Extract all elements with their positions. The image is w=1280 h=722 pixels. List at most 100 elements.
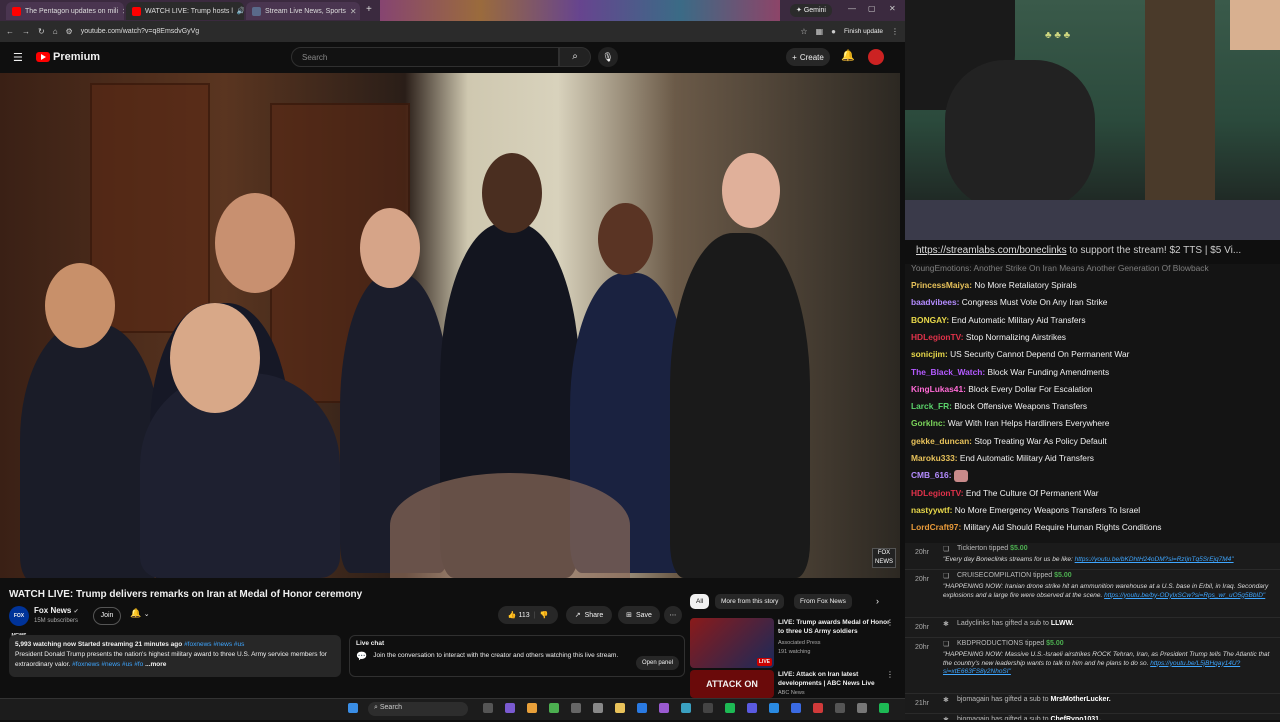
app-icon[interactable]: [593, 703, 603, 713]
audio-icon[interactable]: 🔊: [237, 7, 244, 15]
join-button[interactable]: Join: [93, 607, 121, 625]
chat-username[interactable]: Maroku333:: [911, 453, 958, 463]
video-thumbnail[interactable]: ATTACK ON: [690, 670, 774, 698]
more-options-icon[interactable]: ⋮: [886, 670, 894, 679]
dislike-icon[interactable]: 👎: [539, 611, 548, 619]
chat-username[interactable]: The_Black_Watch:: [911, 367, 985, 377]
windows-start-icon[interactable]: [348, 703, 358, 713]
app-icon[interactable]: [681, 703, 691, 713]
app-icon[interactable]: [769, 703, 779, 713]
save-button[interactable]: ⊞ Save: [618, 606, 660, 624]
chat-username[interactable]: LordCraft97:: [911, 522, 961, 532]
chat-username[interactable]: CMB_616:: [911, 471, 952, 481]
extensions-icon[interactable]: ▦: [816, 27, 824, 36]
app-icon[interactable]: [747, 703, 757, 713]
microphone-icon[interactable]: 🎙: [598, 47, 618, 67]
hashtags[interactable]: #foxnews #news #us: [184, 641, 244, 648]
rec-channel[interactable]: Associated Press: [778, 640, 821, 646]
channel-avatar[interactable]: FOX NEWS: [9, 606, 29, 639]
browser-tab-active[interactable]: WATCH LIVE: Trump hosts l 🔊 ✕: [126, 2, 244, 20]
create-button[interactable]: + Create: [786, 48, 830, 66]
more-link[interactable]: ...more: [145, 661, 166, 668]
browser-tab[interactable]: The Pentagon updates on mili ✕: [6, 2, 124, 20]
app-icon[interactable]: [505, 703, 515, 713]
new-tab-icon[interactable]: +: [366, 4, 372, 15]
finish-update-button[interactable]: Finish update: [844, 28, 883, 35]
chat-username[interactable]: GorkInc:: [911, 418, 945, 428]
gemini-button[interactable]: ✦ Gemini: [790, 4, 832, 17]
chrome-icon[interactable]: [527, 703, 537, 713]
notifications-bell-icon[interactable]: 🔔: [841, 49, 855, 62]
app-icon[interactable]: [791, 703, 801, 713]
app-icon[interactable]: [703, 703, 713, 713]
rec-channel[interactable]: ABC News: [778, 690, 805, 696]
chat-username[interactable]: KingLukas41:: [911, 384, 966, 394]
back-icon[interactable]: ←: [6, 27, 14, 36]
site-info-icon[interactable]: ⚙: [66, 27, 73, 36]
forward-icon[interactable]: →: [22, 27, 30, 36]
bookmark-star-icon[interactable]: ☆: [800, 27, 807, 36]
youtube-logo[interactable]: Premium: [36, 51, 100, 63]
tip-link[interactable]: https://youtu.be/bKDhtH24oDM?si=RzIjnTq5…: [1075, 556, 1234, 563]
close-tab-icon[interactable]: ✕: [350, 7, 357, 16]
spotify-icon[interactable]: [725, 703, 735, 713]
search-icon[interactable]: ⌕: [559, 47, 591, 67]
app-icon[interactable]: [813, 703, 823, 713]
like-button[interactable]: 👍 113: [508, 611, 530, 619]
app-icon[interactable]: [835, 703, 845, 713]
tip-user[interactable]: CRUISECOMPILATION: [957, 572, 1031, 579]
hashtags[interactable]: #foxnews #news #us #fo: [72, 661, 143, 668]
subscription-bell-icon[interactable]: 🔔 ⌄: [130, 608, 150, 619]
chat-username[interactable]: HDLegionTV:: [911, 488, 964, 498]
app-icon[interactable]: [659, 703, 669, 713]
share-button[interactable]: ↗ Share: [566, 606, 612, 624]
user-avatar[interactable]: [868, 49, 884, 65]
tip-user[interactable]: KBDPRODUCTIONS: [957, 640, 1023, 647]
close-window-icon[interactable]: ✕: [889, 4, 896, 13]
video-thumbnail[interactable]: LIVE: [690, 618, 774, 668]
tip-user[interactable]: bjomagain: [957, 716, 989, 720]
channel-name[interactable]: Fox News ✔: [34, 606, 79, 615]
open-panel-button[interactable]: Open panel: [636, 656, 680, 670]
rec-title[interactable]: LIVE: Attack on Iran latest developments…: [778, 670, 890, 688]
chip-from-fox-news[interactable]: From Fox News: [794, 594, 852, 609]
app-icon[interactable]: [879, 703, 889, 713]
recommended-video[interactable]: LIVE LIVE: Trump awards Medal of Honor t…: [690, 618, 900, 670]
chat-username[interactable]: HDLegionTV:: [911, 332, 964, 342]
tip-user[interactable]: bjomagain: [957, 696, 989, 703]
more-actions-icon[interactable]: ⋯: [664, 606, 682, 624]
profile-icon[interactable]: ●: [831, 27, 836, 36]
app-icon[interactable]: [549, 703, 559, 713]
close-tab-icon[interactable]: ✕: [122, 7, 124, 16]
task-view-icon[interactable]: [483, 703, 493, 713]
taskbar-search[interactable]: ⌕ Search: [368, 702, 468, 716]
tip-user[interactable]: Ladyclinks: [957, 620, 990, 627]
description-box[interactable]: 5,993 watching now Started streaming 21 …: [9, 635, 341, 677]
home-icon[interactable]: ⌂: [53, 27, 58, 36]
maximize-icon[interactable]: ▢: [868, 4, 876, 13]
minimize-icon[interactable]: —: [848, 4, 856, 13]
chat-username[interactable]: baadvibees:: [911, 297, 959, 307]
reload-icon[interactable]: ↻: [38, 27, 45, 36]
chat-username[interactable]: nastyywtf:: [911, 505, 952, 515]
browser-tab[interactable]: Stream Live News, Sports ✕: [246, 2, 360, 20]
chat-username[interactable]: PrincessMaiya:: [911, 280, 972, 290]
tip-link[interactable]: https://youtu.be/by-ODyIxSCw?si=Rps_wr_u…: [1104, 592, 1265, 599]
app-icon[interactable]: [857, 703, 867, 713]
search-input[interactable]: Search: [291, 47, 559, 67]
hamburger-menu-icon[interactable]: ☰: [13, 51, 23, 64]
file-explorer-icon[interactable]: [615, 703, 625, 713]
video-player[interactable]: FOX NEWS: [0, 73, 900, 578]
chip-all[interactable]: All: [690, 594, 710, 609]
streamlabs-link[interactable]: https://streamlabs.com/boneclinks: [916, 245, 1067, 256]
app-icon[interactable]: [571, 703, 581, 713]
chat-username[interactable]: BONGAY:: [911, 315, 949, 325]
rec-title[interactable]: LIVE: Trump awards Medal of Honor to thr…: [778, 618, 890, 636]
app-icon[interactable]: [637, 703, 647, 713]
menu-dots-icon[interactable]: ⋮: [891, 27, 899, 36]
chat-username[interactable]: Larck_FR:: [911, 401, 952, 411]
chat-username[interactable]: gekke_duncan:: [911, 436, 972, 446]
chip-more-from-story[interactable]: More from this story: [715, 594, 785, 609]
chat-username[interactable]: sonicjim:: [911, 349, 948, 359]
chevron-right-icon[interactable]: ›: [876, 596, 879, 606]
